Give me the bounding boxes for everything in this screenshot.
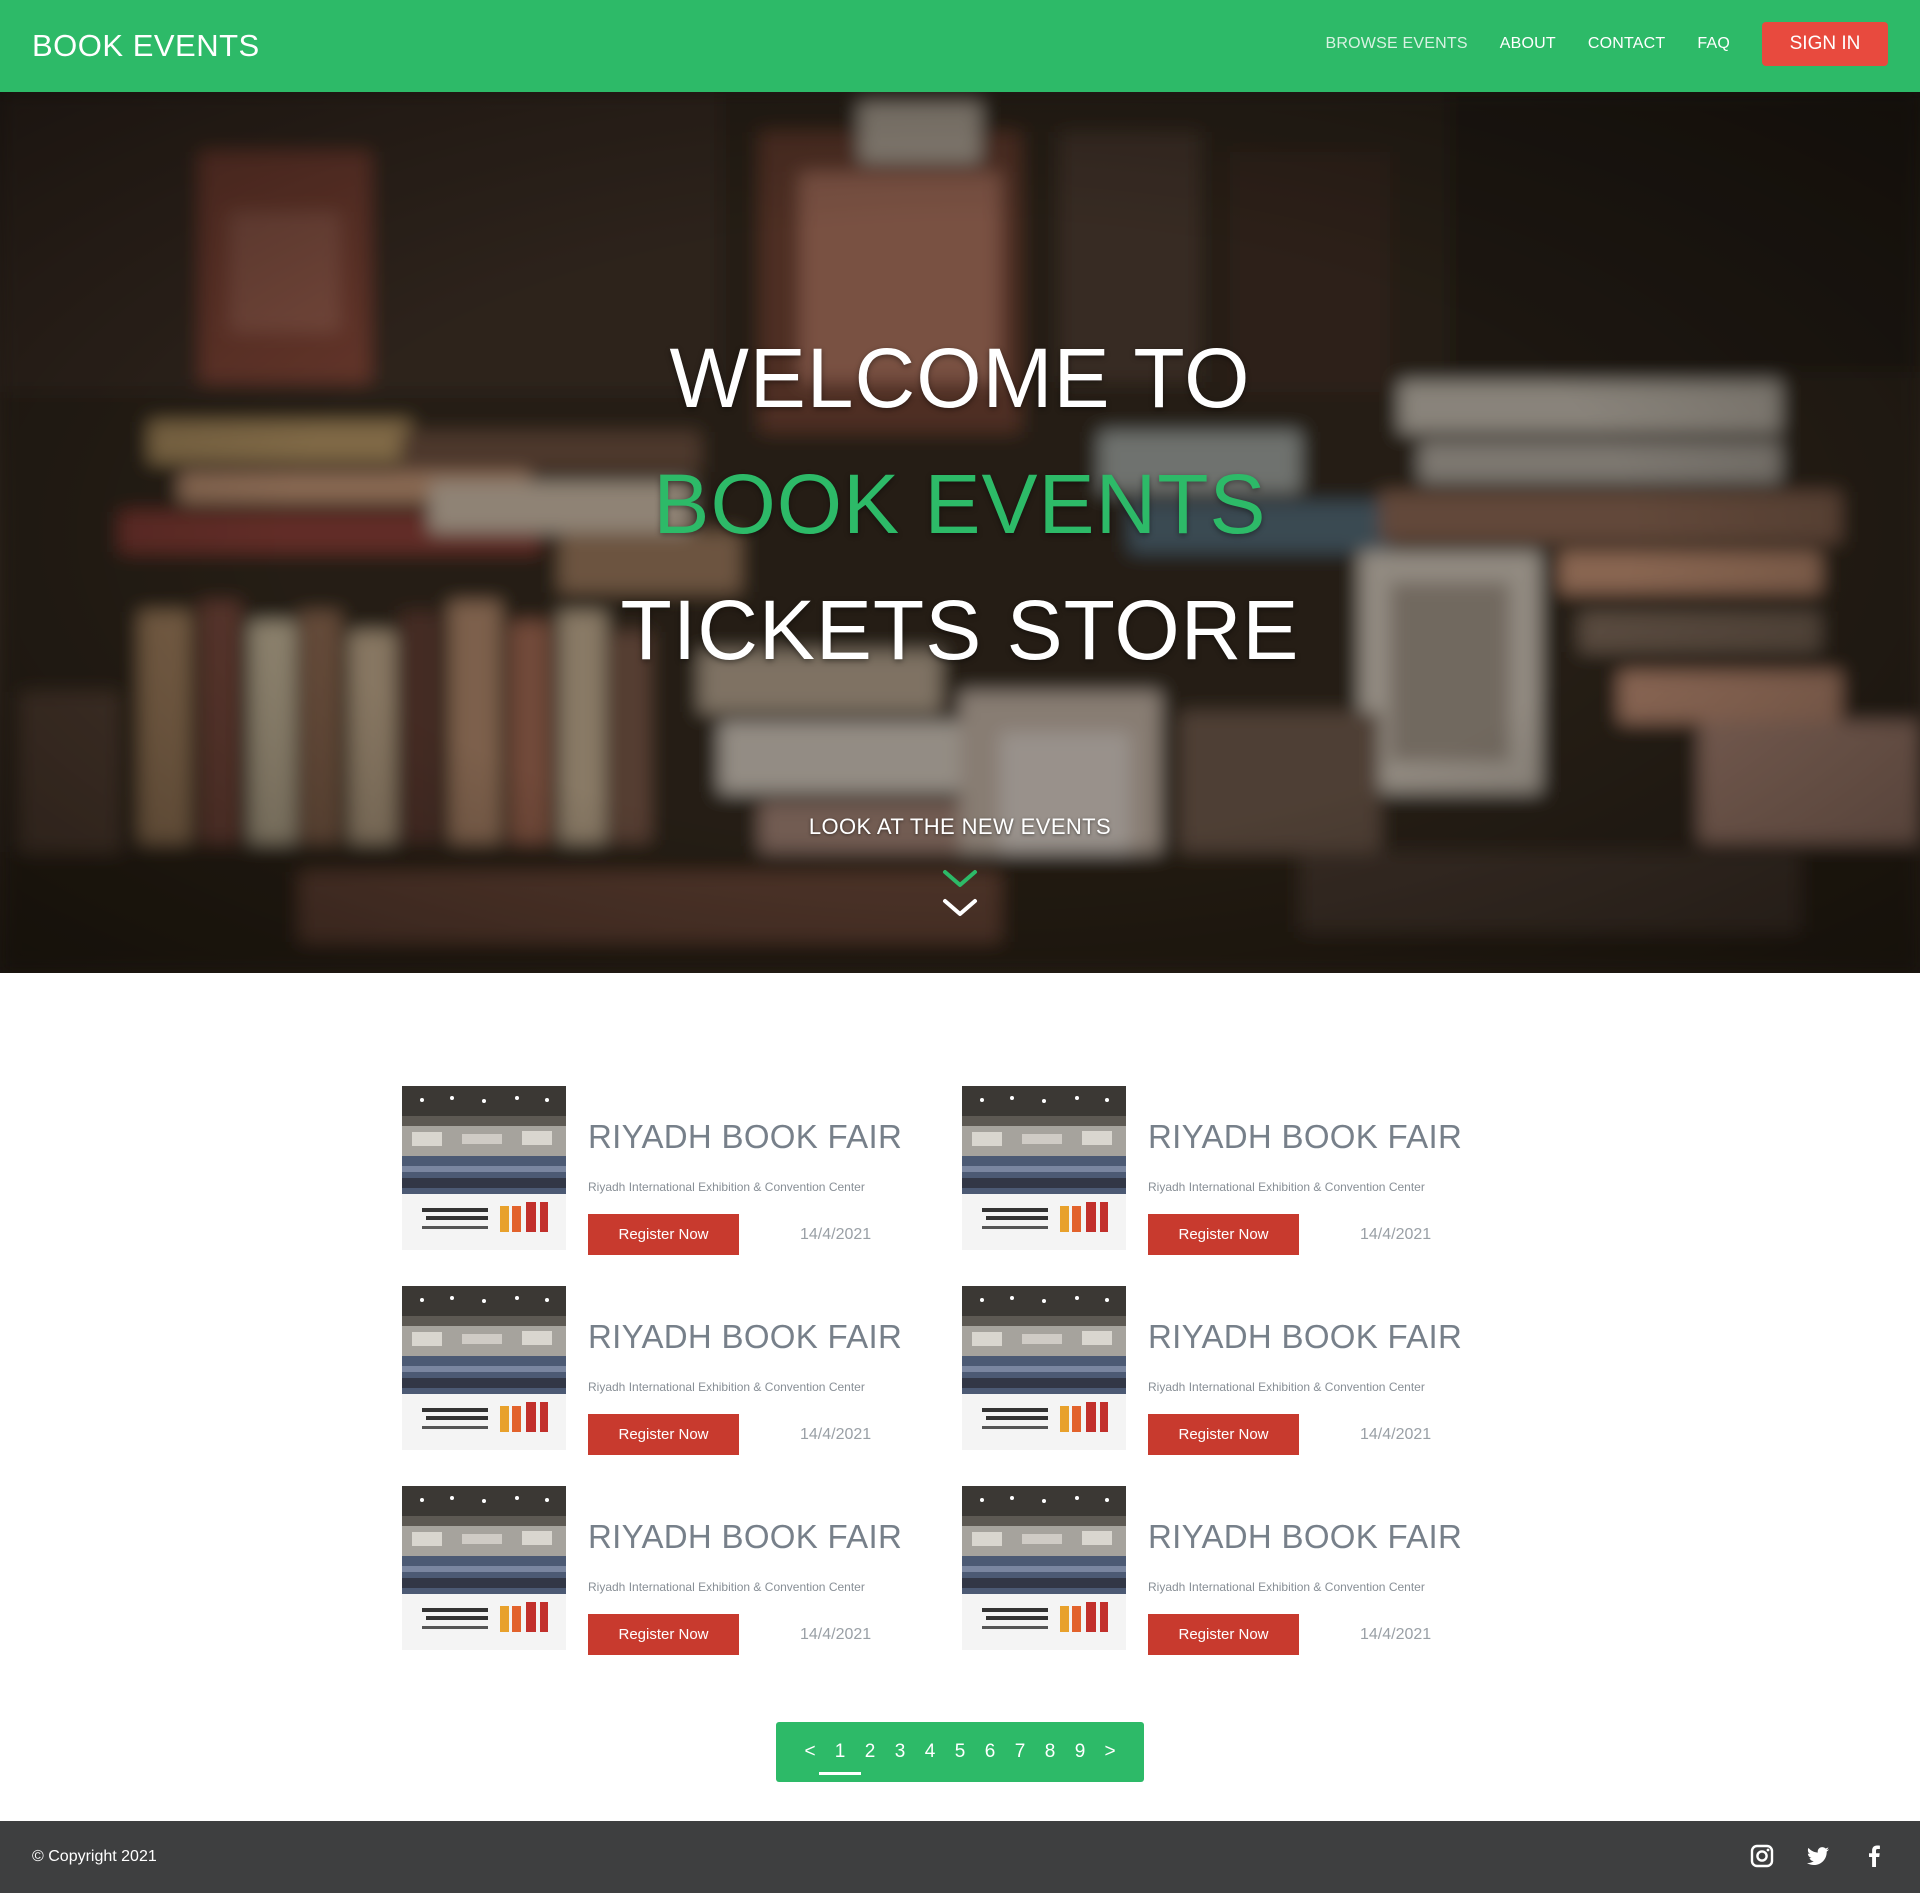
event-title[interactable]: RIYADH BOOK FAIR <box>1148 1318 1462 1356</box>
event-title[interactable]: RIYADH BOOK FAIR <box>1148 1518 1462 1556</box>
pagination: < 1 2 3 4 5 6 7 8 9 > <box>776 1722 1144 1782</box>
top-navbar: BOOK EVENTS BROWSE EVENTS ABOUT CONTACT … <box>0 0 1920 92</box>
scroll-down-chevron-icon[interactable] <box>941 897 979 919</box>
event-card: RIYADH BOOK FAIR Riyadh International Ex… <box>962 1486 1482 1655</box>
riyadh-book-fair-logo <box>402 1194 566 1250</box>
copyright-text: © Copyright 2021 <box>32 1848 157 1865</box>
page-6[interactable]: 6 <box>975 1739 1005 1765</box>
page-1[interactable]: 1 <box>819 1739 861 1775</box>
event-photo <box>402 1086 566 1194</box>
event-venue: Riyadh International Exhibition & Conven… <box>1148 1580 1425 1594</box>
event-thumbnail[interactable] <box>402 1486 566 1650</box>
riyadh-book-fair-logo <box>962 1194 1126 1250</box>
event-card: RIYADH BOOK FAIR Riyadh International Ex… <box>402 1086 922 1255</box>
register-now-button[interactable]: Register Now <box>1148 1414 1299 1455</box>
event-photo <box>962 1286 1126 1394</box>
event-thumbnail[interactable] <box>402 1086 566 1250</box>
event-venue: Riyadh International Exhibition & Conven… <box>588 1180 865 1194</box>
event-title[interactable]: RIYADH BOOK FAIR <box>588 1318 902 1356</box>
event-date: 14/4/2021 <box>1360 1226 1432 1243</box>
page-4[interactable]: 4 <box>915 1739 945 1765</box>
event-thumbnail[interactable] <box>962 1086 1126 1250</box>
nav-faq[interactable]: FAQ <box>1697 35 1730 53</box>
facebook-icon[interactable] <box>1861 1843 1887 1869</box>
chevron-down-icon <box>943 870 977 887</box>
nav-links: BROWSE EVENTS ABOUT CONTACT FAQ SIGN IN <box>1294 20 1888 68</box>
hero-title-line2: BOOK EVENTS <box>653 457 1267 551</box>
riyadh-book-fair-logo <box>402 1394 566 1450</box>
register-now-button[interactable]: Register Now <box>1148 1614 1299 1655</box>
riyadh-book-fair-logo <box>402 1594 566 1650</box>
brand-logo[interactable]: BOOK EVENTS <box>32 28 260 64</box>
event-date: 14/4/2021 <box>1360 1626 1432 1643</box>
event-photo <box>402 1486 566 1594</box>
event-card: RIYADH BOOK FAIR Riyadh International Ex… <box>962 1286 1482 1455</box>
hero-title-line1: WELCOME TO <box>669 331 1251 425</box>
page-8[interactable]: 8 <box>1035 1739 1065 1765</box>
event-title[interactable]: RIYADH BOOK FAIR <box>588 1118 902 1156</box>
riyadh-book-fair-logo <box>962 1394 1126 1450</box>
sign-in-button[interactable]: SIGN IN <box>1762 22 1888 66</box>
page-7[interactable]: 7 <box>1005 1739 1035 1765</box>
pagination-prev[interactable]: < <box>795 1739 825 1765</box>
event-card: RIYADH BOOK FAIR Riyadh International Ex… <box>962 1086 1482 1255</box>
riyadh-book-fair-logo <box>962 1594 1126 1650</box>
instagram-icon[interactable] <box>1749 1843 1775 1869</box>
event-card: RIYADH BOOK FAIR Riyadh International Ex… <box>402 1286 922 1455</box>
event-date: 14/4/2021 <box>800 1426 872 1443</box>
page-9[interactable]: 9 <box>1065 1739 1095 1765</box>
nav-contact[interactable]: CONTACT <box>1588 35 1666 53</box>
event-date: 14/4/2021 <box>800 1626 872 1643</box>
event-thumbnail[interactable] <box>962 1286 1126 1450</box>
page-5[interactable]: 5 <box>945 1739 975 1765</box>
twitter-icon[interactable] <box>1805 1843 1831 1869</box>
event-venue: Riyadh International Exhibition & Conven… <box>1148 1380 1425 1394</box>
event-title[interactable]: RIYADH BOOK FAIR <box>1148 1118 1462 1156</box>
event-thumbnail[interactable] <box>402 1286 566 1450</box>
event-photo <box>962 1086 1126 1194</box>
event-venue: Riyadh International Exhibition & Conven… <box>588 1580 865 1594</box>
pagination-next[interactable]: > <box>1095 1739 1125 1765</box>
page-3[interactable]: 3 <box>885 1739 915 1765</box>
event-photo <box>962 1486 1126 1594</box>
event-venue: Riyadh International Exhibition & Conven… <box>588 1380 865 1394</box>
event-date: 14/4/2021 <box>1360 1426 1432 1443</box>
register-now-button[interactable]: Register Now <box>588 1614 739 1655</box>
event-venue: Riyadh International Exhibition & Conven… <box>1148 1180 1425 1194</box>
event-date: 14/4/2021 <box>800 1226 872 1243</box>
hero-banner: WELCOME TO BOOK EVENTS TICKETS STORE LOO… <box>0 92 1920 973</box>
footer: © Copyright 2021 <box>0 1821 1920 1893</box>
nav-browse-events[interactable]: BROWSE EVENTS <box>1326 35 1468 53</box>
register-now-button[interactable]: Register Now <box>588 1414 739 1455</box>
register-now-button[interactable]: Register Now <box>1148 1214 1299 1255</box>
nav-about[interactable]: ABOUT <box>1500 35 1556 53</box>
event-photo <box>402 1286 566 1394</box>
page-2[interactable]: 2 <box>855 1739 885 1765</box>
event-thumbnail[interactable] <box>962 1486 1126 1650</box>
event-title[interactable]: RIYADH BOOK FAIR <box>588 1518 902 1556</box>
look-at-new-events-link[interactable]: LOOK AT THE NEW EVENTS <box>0 814 1920 840</box>
hero-title-line3: TICKETS STORE <box>620 583 1300 677</box>
event-card: RIYADH BOOK FAIR Riyadh International Ex… <box>402 1486 922 1655</box>
register-now-button[interactable]: Register Now <box>588 1214 739 1255</box>
